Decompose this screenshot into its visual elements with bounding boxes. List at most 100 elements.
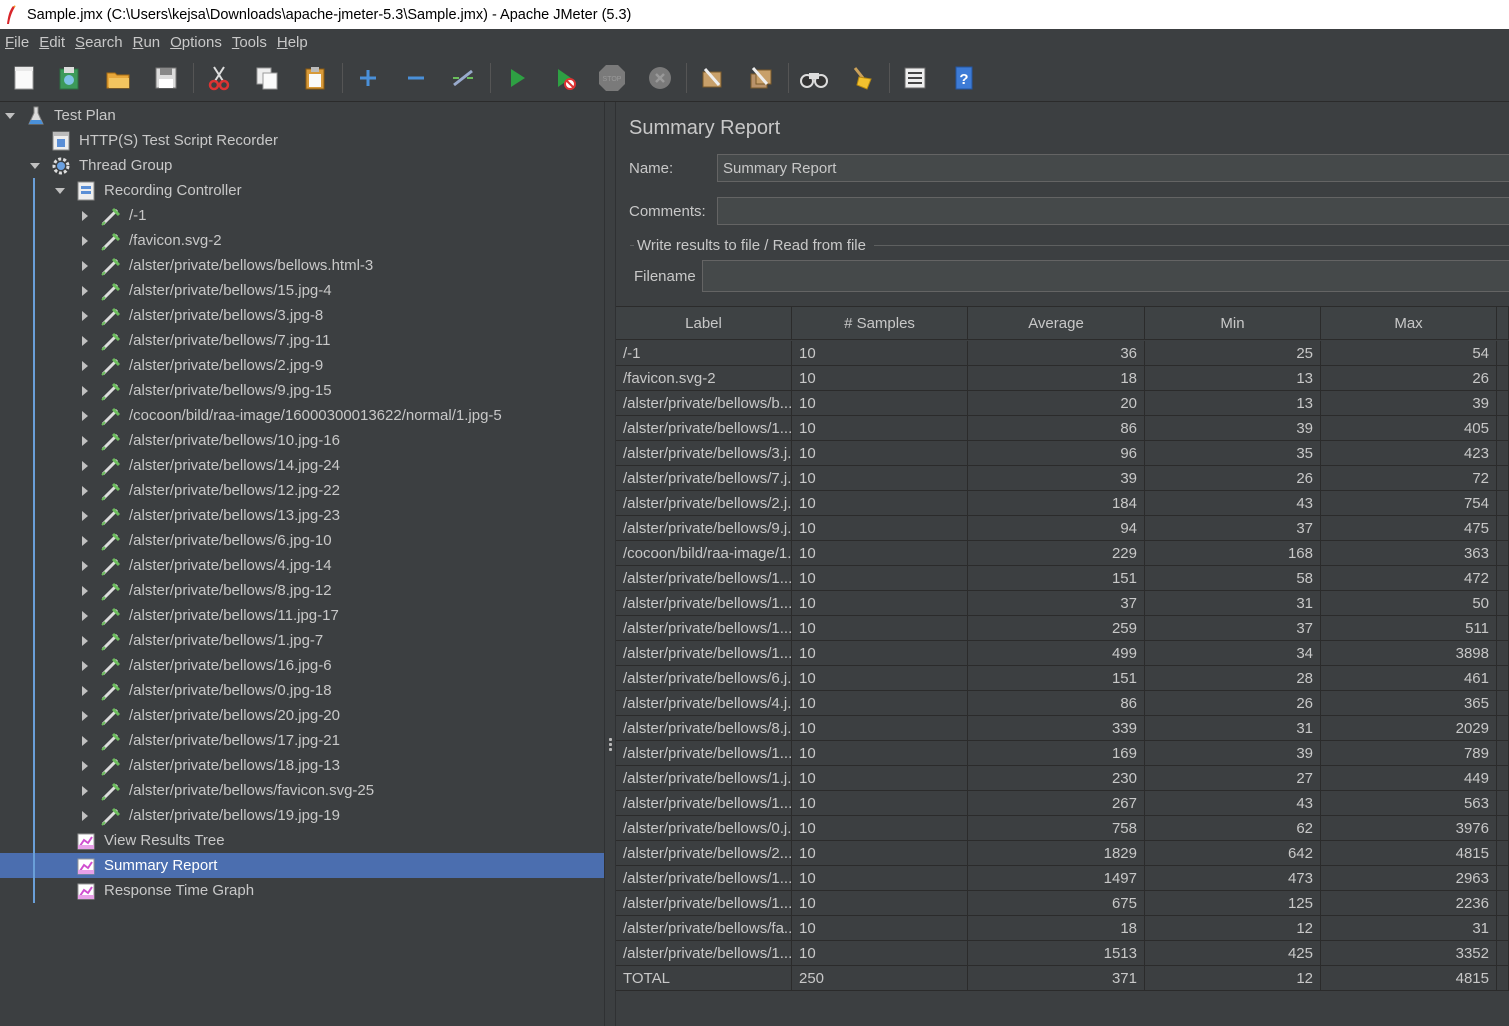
expanded-arrow-icon[interactable]: [54, 185, 66, 197]
table-row[interactable]: /alster/private/bellows/1... 10 1513 425 335…: [616, 941, 1509, 966]
table-row[interactable]: /alster/private/bellows/fa... 10 18 12 31: [616, 916, 1509, 941]
menu-run[interactable]: Run: [128, 34, 166, 51]
collapsed-arrow-icon[interactable]: [79, 510, 91, 522]
toggle-icon[interactable]: [447, 62, 479, 94]
tree-item-sampler[interactable]: /cocoon/bild/raa-image/16000300013622/no…: [0, 403, 604, 428]
table-row[interactable]: /alster/private/bellows/1... 10 169 39 789: [616, 741, 1509, 766]
collapse-icon[interactable]: [400, 62, 432, 94]
paste-icon[interactable]: [299, 62, 331, 94]
collapsed-arrow-icon[interactable]: [79, 385, 91, 397]
menu-search[interactable]: Search: [70, 34, 128, 51]
expanded-arrow-icon[interactable]: [29, 160, 41, 172]
tree-item-sampler[interactable]: /alster/private/bellows/2.jpg-9: [0, 353, 604, 378]
tree-item-sampler[interactable]: /alster/private/bellows/15.jpg-4: [0, 278, 604, 303]
expanded-arrow-icon[interactable]: [4, 110, 16, 122]
templates-icon[interactable]: [53, 62, 85, 94]
tree-item-sampler[interactable]: /alster/private/bellows/10.jpg-16: [0, 428, 604, 453]
comments-field[interactable]: [717, 197, 1509, 225]
table-row[interactable]: /alster/private/bellows/2.j... 10 184 43 754: [616, 491, 1509, 516]
start-no-pauses-icon[interactable]: [549, 62, 581, 94]
collapsed-arrow-icon[interactable]: [79, 535, 91, 547]
table-row[interactable]: /favicon.svg-2 10 18 13 26: [616, 366, 1509, 391]
collapsed-arrow-icon[interactable]: [79, 810, 91, 822]
copy-icon[interactable]: [251, 62, 283, 94]
table-row[interactable]: /alster/private/bellows/1... 10 86 39 405: [616, 416, 1509, 441]
open-icon[interactable]: [102, 62, 134, 94]
tree-item-listener[interactable]: Response Time Graph: [0, 878, 604, 903]
collapsed-arrow-icon[interactable]: [79, 710, 91, 722]
table-row[interactable]: /alster/private/bellows/1... 10 151 58 472: [616, 566, 1509, 591]
help-icon[interactable]: ?: [948, 62, 980, 94]
menu-help[interactable]: Help: [272, 34, 313, 51]
column-header[interactable]: Min: [1145, 306, 1321, 340]
function-helper-icon[interactable]: [899, 62, 931, 94]
table-row[interactable]: /alster/private/bellows/9.j... 10 94 37 475: [616, 516, 1509, 541]
tree-item-sampler[interactable]: /alster/private/bellows/favicon.svg-25: [0, 778, 604, 803]
tree-item-sampler[interactable]: /alster/private/bellows/19.jpg-19: [0, 803, 604, 828]
tree-item-sampler[interactable]: /favicon.svg-2: [0, 228, 604, 253]
tree-item-sampler[interactable]: /alster/private/bellows/3.jpg-8: [0, 303, 604, 328]
tree-item-sampler[interactable]: /alster/private/bellows/0.jpg-18: [0, 678, 604, 703]
tree-item-sampler[interactable]: /alster/private/bellows/9.jpg-15: [0, 378, 604, 403]
tree-item-sampler[interactable]: /alster/private/bellows/11.jpg-17: [0, 603, 604, 628]
save-icon[interactable]: [150, 62, 182, 94]
column-header[interactable]: Average: [968, 306, 1145, 340]
filename-field[interactable]: [702, 260, 1509, 292]
table-row[interactable]: /alster/private/bellows/8.j... 10 339 31 202…: [616, 716, 1509, 741]
collapsed-arrow-icon[interactable]: [79, 435, 91, 447]
reset-search-icon[interactable]: [846, 62, 878, 94]
total-row[interactable]: TOTAL 250 371 12 4815: [616, 966, 1509, 991]
tree-item-sampler[interactable]: /-1: [0, 203, 604, 228]
stop-icon[interactable]: STOP: [596, 62, 628, 94]
collapsed-arrow-icon[interactable]: [79, 585, 91, 597]
tree-item-listener[interactable]: Summary Report: [0, 853, 604, 878]
tree-item-sampler[interactable]: /alster/private/bellows/12.jpg-22: [0, 478, 604, 503]
collapsed-arrow-icon[interactable]: [79, 260, 91, 272]
tree-item-sampler[interactable]: /alster/private/bellows/13.jpg-23: [0, 503, 604, 528]
collapsed-arrow-icon[interactable]: [79, 685, 91, 697]
column-header[interactable]: Label: [616, 306, 792, 340]
clear-all-icon[interactable]: [745, 62, 777, 94]
collapsed-arrow-icon[interactable]: [79, 410, 91, 422]
menu-edit[interactable]: Edit: [34, 34, 70, 51]
table-row[interactable]: /cocoon/bild/raa-image/1... 10 229 168 363: [616, 541, 1509, 566]
collapsed-arrow-icon[interactable]: [79, 660, 91, 672]
table-row[interactable]: /alster/private/bellows/1... 10 267 43 563: [616, 791, 1509, 816]
column-header[interactable]: # Samples: [792, 306, 968, 340]
collapsed-arrow-icon[interactable]: [79, 485, 91, 497]
tree-item-sampler[interactable]: /alster/private/bellows/20.jpg-20: [0, 703, 604, 728]
collapsed-arrow-icon[interactable]: [79, 235, 91, 247]
tree-item-sampler[interactable]: /alster/private/bellows/8.jpg-12: [0, 578, 604, 603]
cut-icon[interactable]: [203, 62, 235, 94]
collapsed-arrow-icon[interactable]: [79, 360, 91, 372]
collapsed-arrow-icon[interactable]: [79, 460, 91, 472]
collapsed-arrow-icon[interactable]: [79, 610, 91, 622]
table-row[interactable]: /alster/private/bellows/1... 10 675 125 2236: [616, 891, 1509, 916]
table-row[interactable]: /alster/private/bellows/1... 10 259 37 511: [616, 616, 1509, 641]
new-icon[interactable]: [8, 62, 40, 94]
table-row[interactable]: /alster/private/bellows/2... 10 1829 642 481…: [616, 841, 1509, 866]
collapsed-arrow-icon[interactable]: [79, 635, 91, 647]
tree-item-recording-controller[interactable]: Recording Controller: [0, 178, 604, 203]
shutdown-icon[interactable]: [644, 62, 676, 94]
menu-options[interactable]: Options: [165, 34, 227, 51]
menu-file[interactable]: File: [0, 34, 34, 51]
clear-icon[interactable]: [696, 62, 728, 94]
table-row[interactable]: /alster/private/bellows/1... 10 1497 473 296…: [616, 866, 1509, 891]
name-field[interactable]: Summary Report: [717, 154, 1509, 182]
tree-item-sampler[interactable]: /alster/private/bellows/4.jpg-14: [0, 553, 604, 578]
search-icon[interactable]: [798, 62, 830, 94]
table-row[interactable]: /alster/private/bellows/0.j... 10 758 62 397…: [616, 816, 1509, 841]
tree-item-recorder[interactable]: HTTP(S) Test Script Recorder: [0, 128, 604, 153]
table-row[interactable]: /alster/private/bellows/1... 10 499 34 3898: [616, 641, 1509, 666]
tree-item-test-plan[interactable]: Test Plan: [0, 103, 604, 128]
collapsed-arrow-icon[interactable]: [79, 310, 91, 322]
table-row[interactable]: /alster/private/bellows/3.j... 10 96 35 423: [616, 441, 1509, 466]
expand-icon[interactable]: [352, 62, 384, 94]
collapsed-arrow-icon[interactable]: [79, 735, 91, 747]
tree-item-sampler[interactable]: /alster/private/bellows/14.jpg-24: [0, 453, 604, 478]
column-header[interactable]: Max: [1321, 306, 1497, 340]
tree-item-sampler[interactable]: /alster/private/bellows/18.jpg-13: [0, 753, 604, 778]
tree-item-sampler[interactable]: /alster/private/bellows/17.jpg-21: [0, 728, 604, 753]
tree-item-sampler[interactable]: /alster/private/bellows/1.jpg-7: [0, 628, 604, 653]
